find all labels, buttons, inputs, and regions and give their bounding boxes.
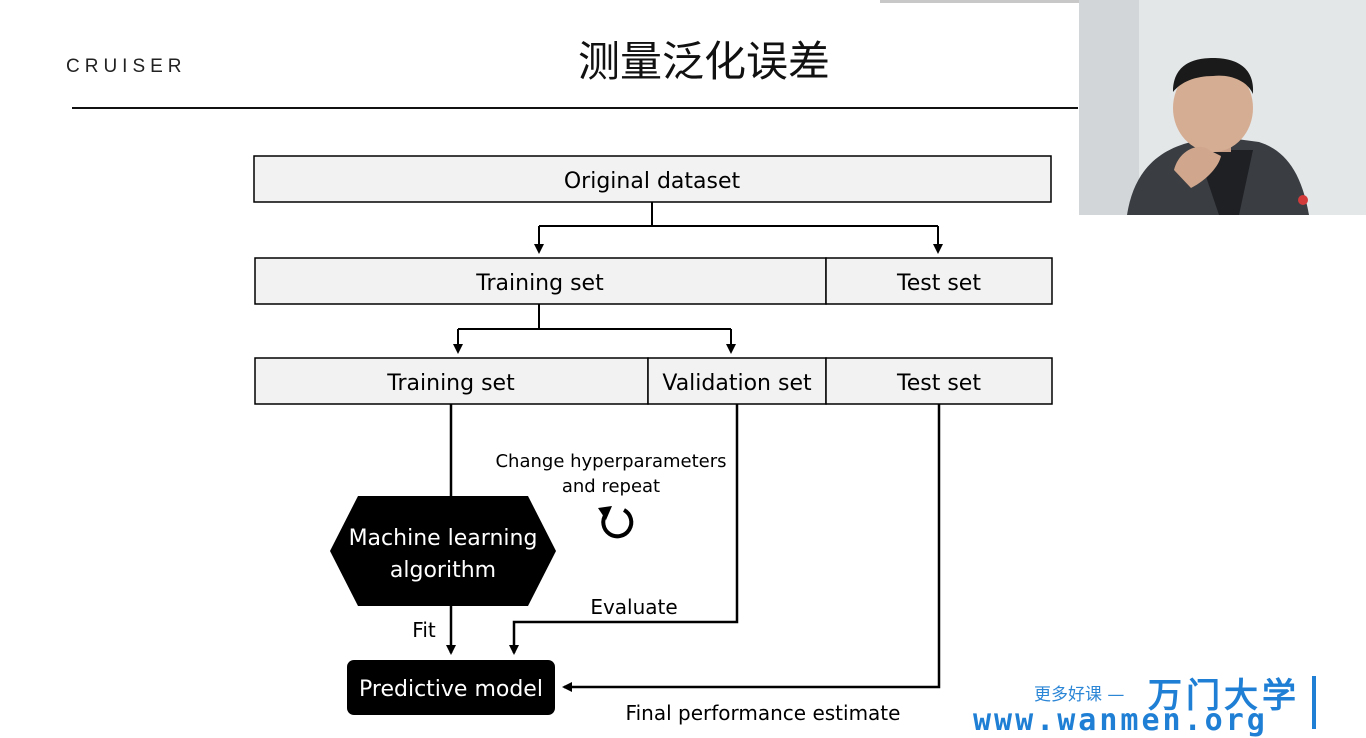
predictive-model-label: Predictive model [359,677,543,702]
split-connector-2 [453,304,736,354]
ml-algorithm-hexagon [330,496,556,606]
data-split-diagram: Original dataset Training set Test set T… [253,155,1053,725]
fit-label: Fit [412,618,436,642]
promo-divider [1312,676,1316,729]
change-hyperparameters-label: Change hyperparameters [495,451,726,472]
promo-slogan: 更多好课 — [1034,685,1125,705]
original-dataset-label: Original dataset [564,169,741,194]
final-performance-label: Final performance estimate [626,701,901,725]
training-set-label-1: Training set [475,271,604,296]
promo-url: www.wanmen.org [973,703,1268,738]
repeat-icon [598,506,634,539]
evaluate-label: Evaluate [590,595,677,619]
validation-set-label: Validation set [662,371,812,396]
test-set-label-2: Test set [896,371,981,396]
training-set-label-2: Training set [386,371,515,396]
and-repeat-label: and repeat [562,476,660,497]
test-set-label-1: Test set [896,271,981,296]
split-connector-1 [534,202,943,254]
ml-algorithm-label-2: algorithm [390,558,496,583]
ml-algorithm-label-1: Machine learning [349,526,538,551]
